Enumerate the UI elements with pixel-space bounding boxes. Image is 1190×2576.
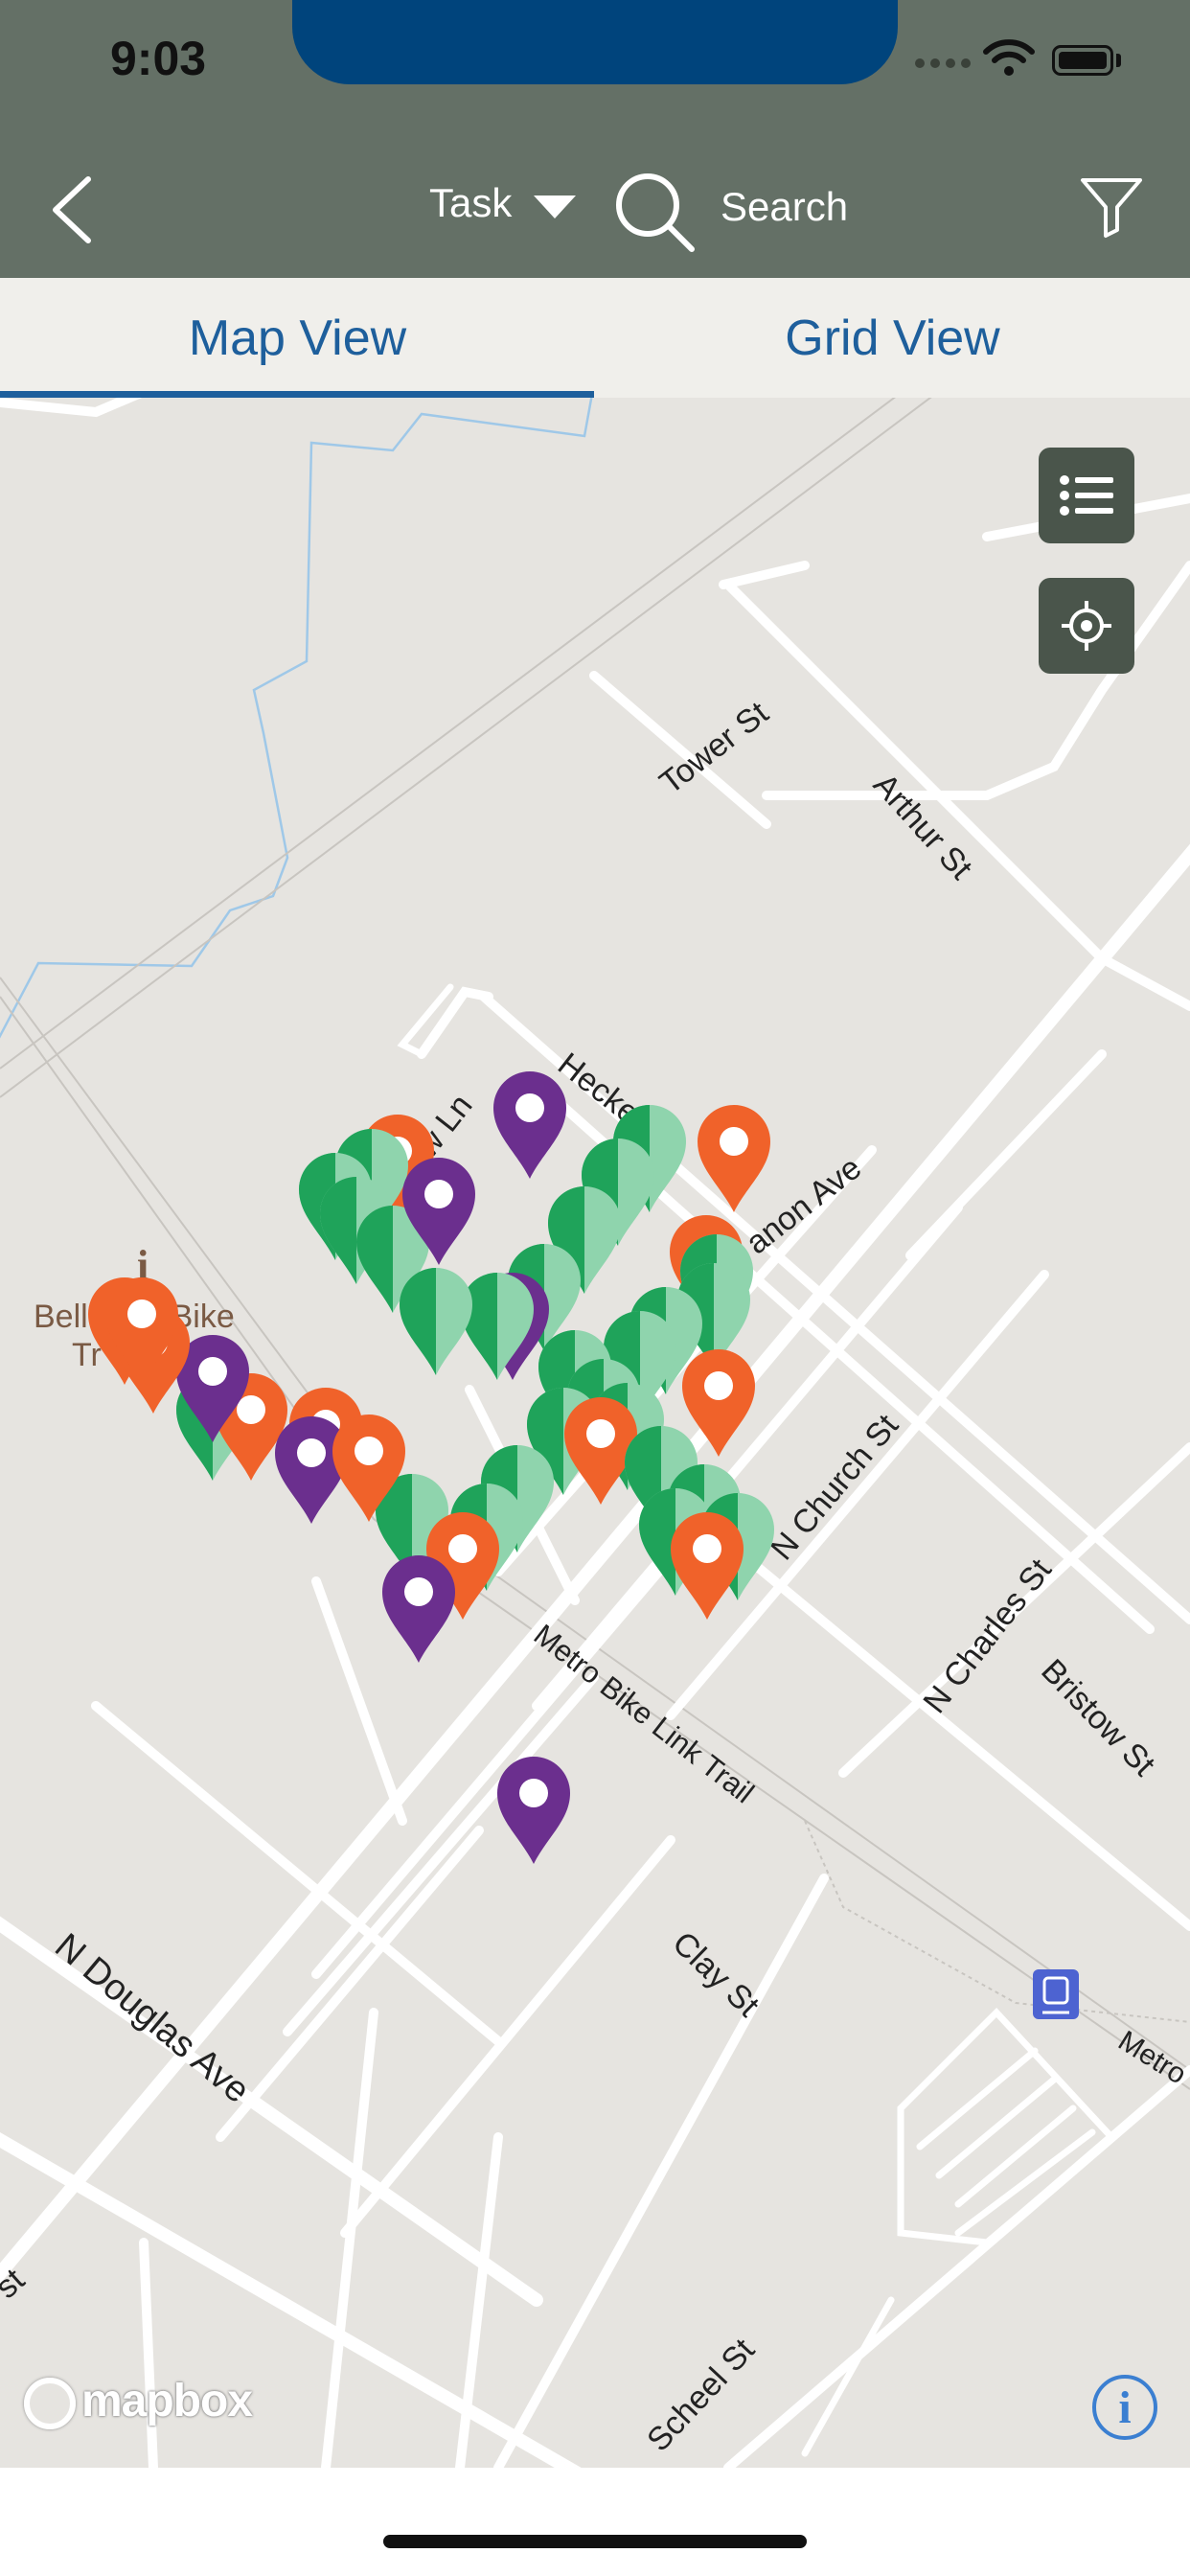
mapbox-logo: mapbox [24,2375,253,2430]
battery-icon [1052,45,1113,76]
crosshair-icon [1062,601,1111,651]
map-canvas[interactable]: st Tower St Arthur St w Ln Hecker St ano… [0,398,1190,2468]
list-icon [1060,475,1113,516]
cellular-signal-icon [915,56,976,73]
map-marker-orange[interactable] [671,1512,744,1620]
map-marker-green[interactable] [461,1273,534,1380]
search-input[interactable] [721,180,1008,234]
waterway [0,398,593,1039]
street-label: Clay St [665,1924,767,2024]
status-time: 9:03 [110,32,207,85]
locate-me-button[interactable] [1039,578,1134,674]
street-label: N Charles St [916,1552,1059,1720]
map-marker-purple[interactable] [382,1555,455,1663]
active-tab-indicator [0,391,594,398]
street-label: st [0,2262,32,2306]
street-label: Metro [1112,2025,1190,2091]
search-icon[interactable] [613,171,699,257]
view-tabs: Map View Grid View [0,278,1190,398]
map-marker-green[interactable] [400,1268,472,1375]
list-view-button[interactable] [1039,448,1134,543]
back-button[interactable] [38,168,105,254]
map-view[interactable]: st Tower St Arthur St w Ln Hecker St ano… [0,398,1190,2468]
wifi-icon [983,39,1035,76]
street-label: N Church St [764,1407,905,1567]
street-label: Bristow St [1034,1652,1162,1783]
home-indicator [383,2535,807,2548]
device-notch [292,0,898,84]
attribution-info-button[interactable]: i [1092,2375,1157,2440]
filter-icon[interactable] [1078,172,1145,240]
map-marker-purple[interactable] [497,1757,570,1864]
tab-map-view[interactable]: Map View [0,278,595,398]
app-header: 9:03 Task [0,0,1190,278]
map-marker-purple[interactable] [493,1071,566,1179]
street-label: Scheel St [640,2332,762,2459]
bottom-safe-area [0,2468,1190,2576]
task-dropdown-label[interactable]: Task [429,180,512,226]
transit-station-icon [1033,1969,1079,2019]
tab-grid-view[interactable]: Grid View [595,278,1190,398]
chevron-down-icon[interactable] [534,196,576,218]
